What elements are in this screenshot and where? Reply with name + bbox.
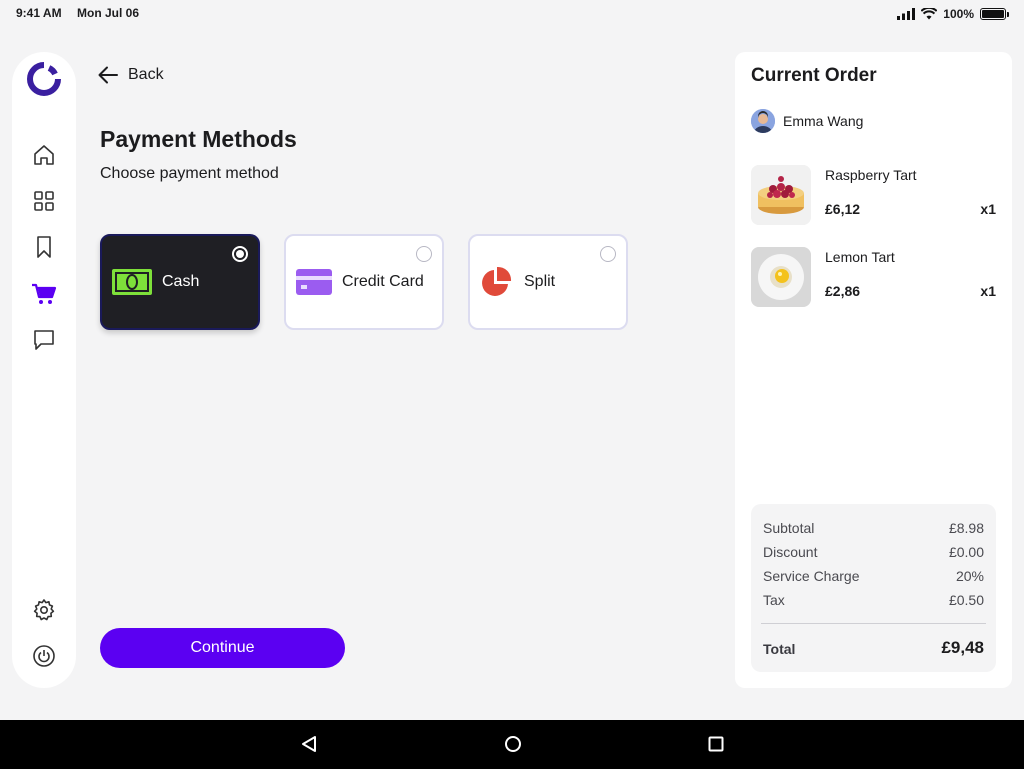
summary-label: Subtotal xyxy=(763,520,815,536)
status-bar: 9:41 AM Mon Jul 06 100% xyxy=(0,0,1024,28)
avatar xyxy=(751,109,775,133)
arrow-left-icon xyxy=(98,66,118,84)
chat-icon xyxy=(34,330,54,350)
wifi-icon xyxy=(921,8,938,20)
payment-option-credit-card[interactable]: Credit Card xyxy=(284,234,444,330)
signal-icon xyxy=(897,8,916,20)
summary-row-discount: Discount £0.00 xyxy=(763,544,984,560)
summary-label: Discount xyxy=(763,544,818,560)
nav-recents-button[interactable] xyxy=(706,734,726,754)
sidebar xyxy=(12,52,76,688)
summary-value: £0.50 xyxy=(948,592,984,608)
item-quantity: x1 xyxy=(980,201,996,217)
summary-label: Service Charge xyxy=(763,568,860,584)
summary-row-subtotal: Subtotal £8.98 xyxy=(763,520,984,536)
battery-percent: 100% xyxy=(943,7,974,21)
cart-icon xyxy=(32,283,57,304)
summary-row-service-charge: Service Charge 20% xyxy=(763,568,984,584)
summary-value: £0.00 xyxy=(948,544,984,560)
order-panel: Current Order Emma Wang Raspberry Tart £… xyxy=(735,52,1012,688)
sidebar-item-bookmarks[interactable] xyxy=(31,234,57,260)
nav-home-button[interactable] xyxy=(503,734,523,754)
total-label: Total xyxy=(763,641,796,657)
summary-value: £8.98 xyxy=(948,520,984,536)
sidebar-item-messages[interactable] xyxy=(31,327,57,353)
back-button[interactable]: Back xyxy=(98,66,164,84)
summary-row-tax: Tax £0.50 xyxy=(763,592,984,608)
cash-icon xyxy=(112,269,152,295)
page-subtitle: Choose payment method xyxy=(100,165,279,182)
sidebar-item-cart[interactable] xyxy=(31,281,57,307)
summary-label: Tax xyxy=(763,592,785,608)
radio-unselected[interactable] xyxy=(600,246,616,262)
item-name: Raspberry Tart xyxy=(825,167,917,183)
total-value: £9,48 xyxy=(941,638,984,657)
customer-name: Emma Wang xyxy=(783,113,864,129)
item-quantity: x1 xyxy=(980,283,996,299)
payment-option-cash[interactable]: Cash xyxy=(100,234,260,330)
power-icon xyxy=(33,645,55,667)
order-item: Lemon Tart £2,86 x1 xyxy=(751,247,996,309)
payment-option-label: Credit Card xyxy=(342,273,424,290)
logo-icon xyxy=(27,62,61,96)
page-title: Payment Methods xyxy=(100,126,297,152)
status-date: Mon Jul 06 xyxy=(77,6,140,20)
order-summary: Subtotal £8.98 Discount £0.00 Service Char… xyxy=(751,504,996,672)
status-time: 9:41 AM xyxy=(16,6,62,20)
customer: Emma Wang xyxy=(751,109,863,133)
battery-icon xyxy=(980,8,1009,20)
raspberry-tart-image xyxy=(751,165,811,225)
sidebar-item-grid[interactable] xyxy=(31,188,57,214)
square-recents-icon xyxy=(708,736,724,752)
payment-option-label: Cash xyxy=(162,273,200,290)
radio-selected[interactable] xyxy=(232,246,248,262)
payment-option-label: Split xyxy=(524,273,556,290)
order-item: Raspberry Tart £6,12 x1 xyxy=(751,165,996,227)
order-title: Current Order xyxy=(751,65,877,86)
system-nav-bar xyxy=(0,720,1024,769)
sidebar-item-settings[interactable] xyxy=(31,597,57,623)
grid-icon xyxy=(34,191,54,211)
sidebar-item-logout[interactable] xyxy=(31,643,57,669)
nav-back-button[interactable] xyxy=(299,734,319,754)
circle-home-icon xyxy=(505,736,521,752)
lemon-tart-image xyxy=(751,247,811,307)
pie-chart-icon xyxy=(482,266,512,296)
summary-value: 20% xyxy=(955,568,984,584)
continue-button[interactable]: Continue xyxy=(100,628,345,668)
credit-card-icon xyxy=(296,269,332,295)
back-label: Back xyxy=(128,66,164,83)
gear-icon xyxy=(33,599,55,621)
payment-option-split[interactable]: Split xyxy=(468,234,628,330)
home-icon xyxy=(34,145,54,165)
item-name: Lemon Tart xyxy=(825,249,895,265)
triangle-back-icon xyxy=(302,736,316,752)
summary-divider xyxy=(761,623,986,624)
radio-unselected[interactable] xyxy=(416,246,432,262)
item-price: £2,86 xyxy=(825,283,861,299)
bookmark-icon xyxy=(37,236,51,258)
sidebar-item-home[interactable] xyxy=(31,142,57,168)
item-price: £6,12 xyxy=(825,201,861,217)
